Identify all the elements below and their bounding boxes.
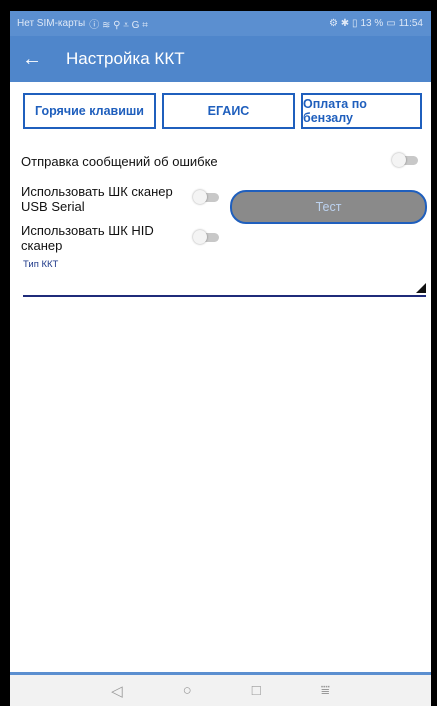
device-frame: Нет SIM-карты ⓘ ≋ ⚲ ⩡ G ⌗ ⚙ ✱ ▯ 13 % ▭ 1…	[0, 0, 437, 706]
hid-scanner-label: Использовать ШК HID сканер	[21, 223, 154, 253]
test-button[interactable]: Тест	[230, 190, 427, 224]
nav-back-icon[interactable]: ◁	[111, 682, 123, 700]
tab-row: Горячие клавиши ЕГАИС Оплата по бензалу	[23, 93, 422, 129]
settings-content: Горячие клавиши ЕГАИС Оплата по бензалу …	[10, 82, 431, 672]
status-icons-left: ⓘ ≋ ⚲ ⩡ G ⌗	[89, 20, 148, 31]
status-icons-right: ⚙ ✱ ▯	[329, 18, 358, 29]
page-title: Настройка ККТ	[66, 49, 185, 68]
kkt-type-label: Тип ККТ	[23, 259, 59, 270]
error-reporting-label: Отправка сообщений об ошибке	[21, 154, 218, 169]
hid-scanner-label-line2: сканер	[21, 238, 63, 253]
battery-percent: 13 %	[360, 18, 384, 29]
usb-scanner-toggle[interactable]	[193, 190, 219, 204]
status-right: ⚙ ✱ ▯ 13 % ▭ 11:54	[329, 18, 423, 29]
usb-scanner-label: Использовать ШК сканер USB Serial	[21, 184, 173, 214]
toggle-thumb	[193, 230, 207, 244]
dropdown-arrow-icon[interactable]	[416, 283, 426, 293]
nav-notifications-icon[interactable]: ⩸	[321, 682, 330, 699]
clock: 11:54	[398, 18, 423, 29]
kkt-type-underline	[23, 295, 426, 297]
tab-egais[interactable]: ЕГАИС	[162, 93, 295, 129]
tab-fuel-payment[interactable]: Оплата по бензалу	[301, 93, 422, 129]
usb-scanner-label-line1: Использовать ШК сканер	[21, 184, 173, 199]
screen: Нет SIM-карты ⓘ ≋ ⚲ ⩡ G ⌗ ⚙ ✱ ▯ 13 % ▭ 1…	[10, 11, 431, 706]
battery-icon: ▭	[386, 18, 396, 29]
back-arrow-icon[interactable]: ←	[22, 36, 54, 82]
hid-scanner-toggle[interactable]	[193, 230, 219, 244]
nav-recents-icon[interactable]: □	[252, 682, 261, 699]
status-left: Нет SIM-карты ⓘ ≋ ⚲ ⩡ G ⌗	[17, 16, 148, 31]
app-bar: ← Настройка ККТ	[10, 36, 431, 82]
toggle-thumb	[193, 190, 207, 204]
toggle-thumb	[392, 153, 406, 167]
status-bar: Нет SIM-карты ⓘ ≋ ⚲ ⩡ G ⌗ ⚙ ✱ ▯ 13 % ▭ 1…	[10, 11, 431, 36]
nav-home-icon[interactable]: ○	[183, 682, 192, 699]
error-reporting-toggle[interactable]	[392, 153, 418, 167]
carrier-text: Нет SIM-карты	[17, 18, 86, 29]
tab-hotkeys[interactable]: Горячие клавиши	[23, 93, 156, 129]
kkt-type-spinner[interactable]	[23, 274, 413, 294]
hid-scanner-label-line1: Использовать ШК HID	[21, 223, 154, 238]
usb-scanner-label-line2: USB Serial	[21, 199, 85, 214]
system-nav-bar: ◁ ○ □ ⩸	[10, 675, 431, 706]
